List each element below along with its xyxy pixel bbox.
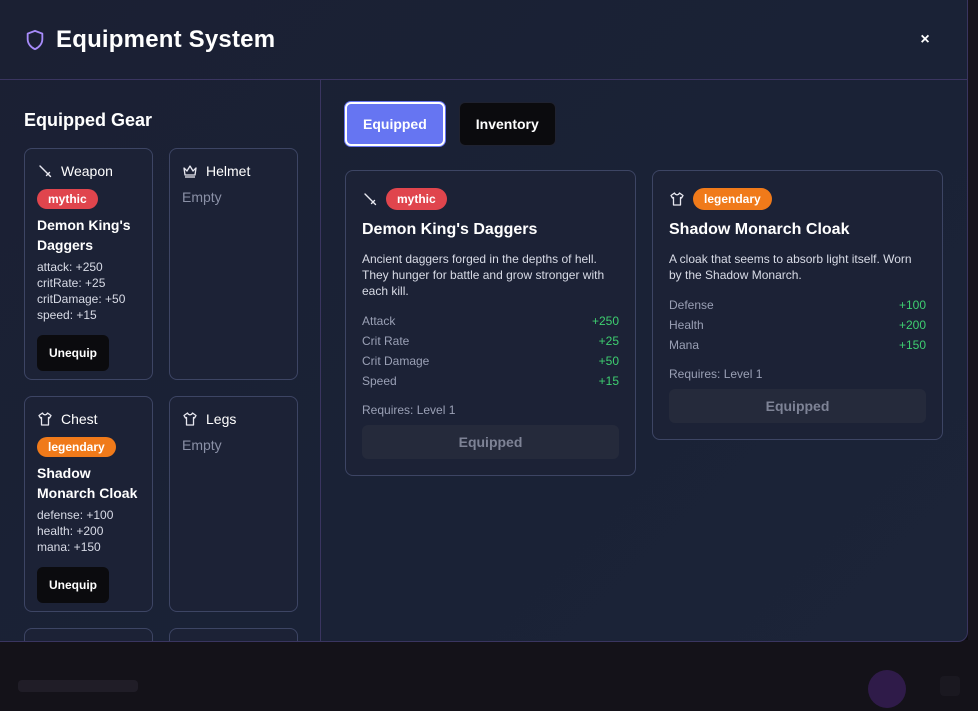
background-app-button xyxy=(940,676,960,696)
stat-line: defense: +100 xyxy=(37,508,114,522)
slot-partial xyxy=(169,628,298,641)
stat-label: Speed xyxy=(362,374,397,388)
background-app-bar xyxy=(0,640,978,711)
slot-label: Weapon xyxy=(61,163,113,179)
stat-label: Mana xyxy=(669,338,700,352)
stat-value: +250 xyxy=(591,314,619,328)
section-title: Equipped Gear xyxy=(24,110,153,130)
stat-row: Attack +250 xyxy=(362,311,619,331)
stat-row: Speed +15 xyxy=(362,371,619,391)
stat-value: +100 xyxy=(898,298,926,312)
rarity-badge: legendary xyxy=(37,437,116,457)
equipped-button[interactable]: Equipped xyxy=(669,389,926,423)
stat-line: attack: +250 xyxy=(37,260,103,274)
unequip-chest-button[interactable]: Unequip xyxy=(37,567,109,603)
slot-grid: Weapon mythic Demon King's Daggers attac… xyxy=(24,148,298,641)
stat-line: mana: +150 xyxy=(37,540,101,554)
item-name: Demon King's Daggers xyxy=(37,217,131,253)
slot-legs: Legs Empty xyxy=(169,396,298,612)
empty-label: Empty xyxy=(182,437,222,453)
scrollbar[interactable] xyxy=(968,0,978,640)
modal-header: Equipment System × xyxy=(0,0,967,80)
item-title: Shadow Monarch Cloak xyxy=(669,221,850,238)
item-title: Demon King's Daggers xyxy=(362,221,538,238)
item-card: mythic Demon King's Daggers Ancient dagg… xyxy=(345,170,636,476)
stat-value: +150 xyxy=(898,338,926,352)
item-description: A cloak that seems to absorb light itsel… xyxy=(669,252,912,282)
stat-line: critDamage: +50 xyxy=(37,292,126,306)
equipment-modal: Equipment System × Equipped Gear Weapon … xyxy=(0,0,968,642)
stat-value: +25 xyxy=(598,334,619,348)
background-app-text xyxy=(18,680,138,692)
item-cards: mythic Demon King's Daggers Ancient dagg… xyxy=(345,170,943,476)
stat-label: Crit Rate xyxy=(362,334,410,348)
slot-chest: Chest legendary Shadow Monarch Cloak def… xyxy=(24,396,153,612)
item-list-panel: Equipped Inventory mythic Demon King's D… xyxy=(321,80,967,641)
stat-value: +200 xyxy=(898,318,926,332)
sword-icon xyxy=(39,165,52,178)
close-button[interactable]: × xyxy=(915,30,935,50)
equipped-button[interactable]: Equipped xyxy=(362,425,619,459)
modal-body: Equipped Gear Weapon mythic Demon King's… xyxy=(0,80,967,641)
shirt-icon xyxy=(38,412,52,426)
rarity-badge: legendary xyxy=(693,188,772,210)
slot-weapon: Weapon mythic Demon King's Daggers attac… xyxy=(24,148,153,380)
shirt-icon xyxy=(183,412,197,426)
slot-label: Helmet xyxy=(206,163,251,179)
modal-title: Equipment System xyxy=(56,25,276,53)
tab-equipped[interactable]: Equipped xyxy=(345,102,445,146)
tab-bar: Equipped Inventory xyxy=(345,102,943,146)
slot-label: Chest xyxy=(61,411,98,427)
unequip-weapon-button[interactable]: Unequip xyxy=(37,335,109,371)
item-name: Shadow Monarch Cloak xyxy=(37,465,138,501)
stat-label: Crit Damage xyxy=(362,354,430,368)
background-app-orb xyxy=(868,670,906,708)
stat-row: Defense +100 xyxy=(669,295,926,315)
stat-row: Mana +150 xyxy=(669,335,926,355)
stat-row: Crit Damage +50 xyxy=(362,351,619,371)
empty-label: Empty xyxy=(182,189,222,205)
slot-partial xyxy=(24,628,153,641)
rarity-badge: mythic xyxy=(386,188,447,210)
crown-icon xyxy=(183,165,197,178)
item-description: Ancient daggers forged in the depths of … xyxy=(362,252,605,298)
stat-line: speed: +15 xyxy=(37,308,97,322)
stat-label: Attack xyxy=(362,314,396,328)
rarity-badge: mythic xyxy=(37,189,98,209)
shield-icon xyxy=(26,29,44,50)
shirt-icon xyxy=(670,192,684,206)
stat-line: health: +200 xyxy=(37,524,104,538)
stat-label: Defense xyxy=(669,298,714,312)
stat-row: Crit Rate +25 xyxy=(362,331,619,351)
slot-helmet: Helmet Empty xyxy=(169,148,298,380)
stat-value: +15 xyxy=(598,374,619,388)
requirement-text: Requires: Level 1 xyxy=(362,403,456,417)
stat-value: +50 xyxy=(598,354,619,368)
equipped-gear-panel: Equipped Gear Weapon mythic Demon King's… xyxy=(0,80,321,641)
requirement-text: Requires: Level 1 xyxy=(669,367,763,381)
tab-inventory[interactable]: Inventory xyxy=(458,102,556,146)
slot-label: Legs xyxy=(206,411,237,427)
stat-line: critRate: +25 xyxy=(37,276,106,290)
stat-row: Health +200 xyxy=(669,315,926,335)
sword-icon xyxy=(364,193,377,206)
item-card: legendary Shadow Monarch Cloak A cloak t… xyxy=(652,170,943,440)
stat-label: Health xyxy=(669,318,704,332)
